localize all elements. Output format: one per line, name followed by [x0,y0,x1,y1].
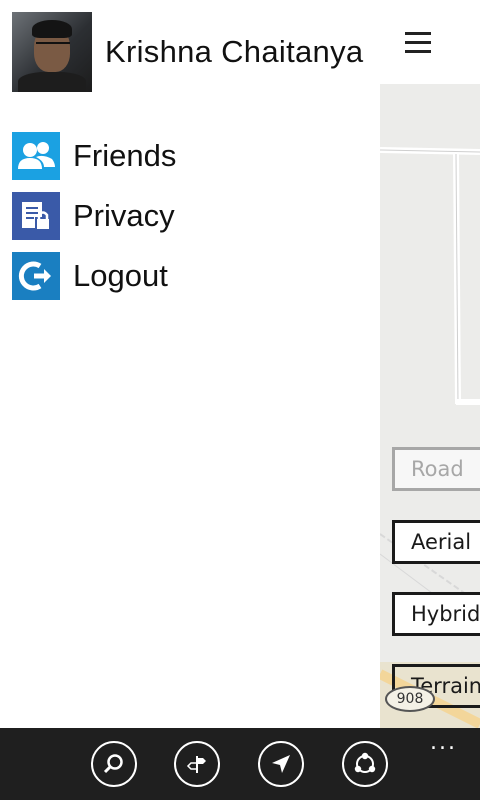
profile-name: Krishna Chaitanya [105,34,364,69]
search-button[interactable] [91,741,137,787]
side-menu: Friends Privacy Logout [12,132,176,312]
hamburger-icon [405,32,431,35]
search-icon [103,754,123,774]
menu-item-label: Friends [73,138,177,173]
privacy-lock-icon [12,192,60,240]
directions-icon [186,756,206,773]
menu-item-logout[interactable]: Logout [12,252,176,300]
locate-icon [272,755,290,773]
share-button[interactable] [342,741,388,787]
road-shield-number: 908 [396,691,424,707]
map-view[interactable]: Road Aerial Hybrid Terrain 908 [380,84,480,728]
share-icon [354,752,376,773]
road-shield: 908 [385,686,435,712]
menu-item-friends[interactable]: Friends [12,132,176,180]
locate-me-button[interactable] [258,741,304,787]
friends-icon [12,132,60,180]
profile-header[interactable]: Krishna Chaitanya [12,12,363,92]
directions-button[interactable] [174,741,220,787]
more-options-button[interactable]: ... [430,732,457,754]
map-style-aerial-button[interactable]: Aerial [392,520,480,564]
map-style-hybrid-button[interactable]: Hybrid [392,592,480,636]
hamburger-icon-bar [405,50,431,53]
avatar [12,12,92,92]
hamburger-menu-button[interactable] [405,30,431,56]
menu-item-privacy[interactable]: Privacy [12,192,176,240]
menu-item-label: Logout [73,258,168,293]
map-style-road-button[interactable]: Road [392,447,480,491]
menu-item-label: Privacy [73,198,175,233]
hamburger-icon-bar [405,41,431,44]
app-bar: ... [0,728,480,800]
logout-icon [12,252,60,300]
